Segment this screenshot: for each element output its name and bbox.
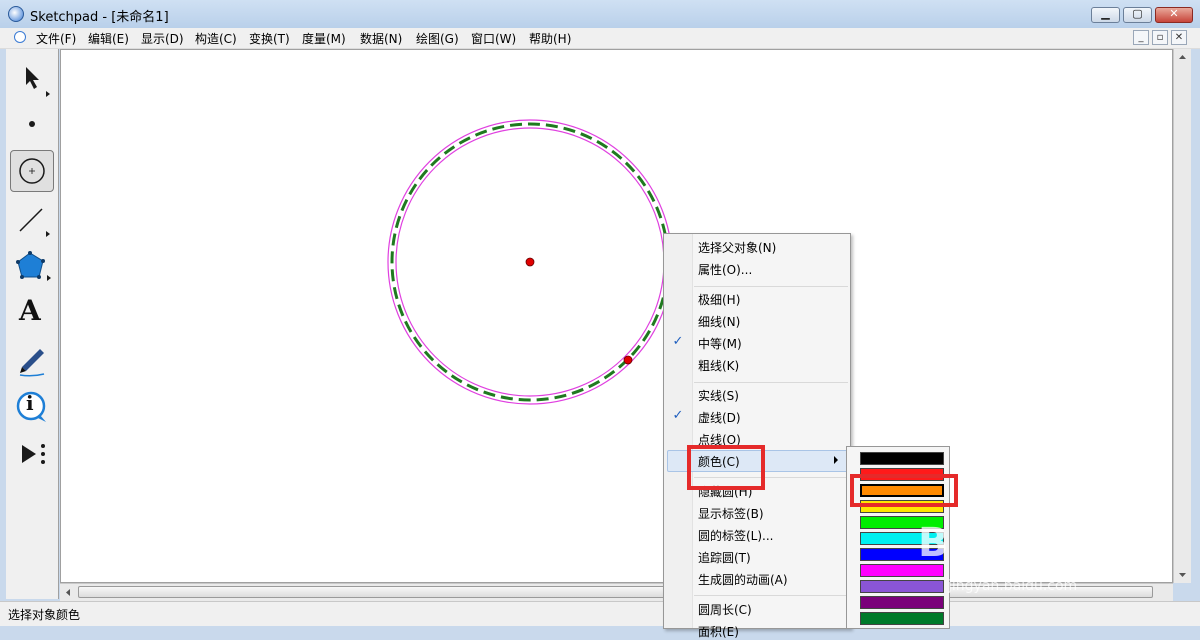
document-icon[interactable] [14,31,26,43]
compass-tool[interactable] [10,150,54,192]
context-menu: 选择父对象(N) 属性(O)... 极细(H) 细线(N) ✓ 中等(M) 粗线… [663,233,851,639]
menu-circumference[interactable]: 圆周长(C) [698,601,752,618]
info-tool[interactable]: i [10,386,54,428]
polygon-icon [16,251,51,281]
menu-separator [694,595,848,596]
doc-minimize-button[interactable]: _ [1133,30,1149,45]
minimize-icon: ▁ [1101,7,1110,20]
point-tool[interactable] [10,103,54,145]
minimize-button[interactable]: ▁ [1091,7,1120,23]
check-icon: ✓ [672,408,684,423]
color-swatch-purple[interactable] [860,596,944,609]
menu-show-label[interactable]: 显示标签(B) [698,505,764,522]
polygon-tool[interactable] [10,245,54,287]
menu-line-thinnest[interactable]: 极细(H) [698,291,740,308]
center-point[interactable] [525,257,535,267]
menu-display[interactable]: 显示(D) [141,30,184,47]
doc-close-button[interactable]: ✕ [1171,30,1187,45]
menu-edit[interactable]: 编辑(E) [88,30,129,47]
menu-style-solid[interactable]: 实线(S) [698,387,739,404]
annotation-box-color-menu [687,445,765,490]
marker-pen-icon [19,349,45,377]
close-button[interactable]: ✕ [1155,7,1193,23]
scroll-left-icon [66,589,70,596]
menu-transform[interactable]: 变换(T) [249,30,290,47]
menu-file[interactable]: 文件(F) [36,30,76,47]
menu-separator [694,286,848,287]
menu-window[interactable]: 窗口(W) [471,30,516,47]
arrow-select-icon [26,67,50,97]
scroll-arrows-vertical [1179,55,1186,577]
check-icon: ✓ [672,334,684,349]
menu-trace-circle[interactable]: 追踪圆(T) [698,549,751,566]
maximize-button[interactable]: ▢ [1123,7,1152,23]
doc-restore-button[interactable]: ▫ [1152,30,1168,45]
marker-tool[interactable] [10,339,54,381]
text-tool[interactable]: A [10,292,54,334]
annotation-box-orange-swatch [850,474,958,507]
status-text: 选择对象颜色 [8,608,81,622]
watermark-brand-cn: 经验 [1044,533,1101,566]
maximize-icon: ▢ [1132,7,1143,20]
menu-data[interactable]: 数据(N) [360,30,402,47]
line-tool[interactable] [10,199,54,241]
menu-circle-label[interactable]: 圆的标签(L)... [698,527,774,544]
submenu-arrow-icon [834,456,838,464]
status-bar: 选择对象颜色 [0,601,1200,626]
custom-tool[interactable] [10,433,54,475]
vertical-scrollbar[interactable] [1173,49,1191,583]
menu-measure[interactable]: 度量(M) [302,30,346,47]
menu-separator [694,382,848,383]
sketchpad-app-icon [8,6,24,22]
straightedge-icon [19,208,50,237]
menu-bar: 文件(F) 编辑(E) 显示(D) 构造(C) 变换(T) 度量(M) 数据(N… [0,28,1200,49]
text-a-icon: A [19,294,41,327]
menu-line-thick[interactable]: 粗线(K) [698,357,739,374]
menu-style-dashed[interactable]: 虚线(D) [698,409,741,426]
radius-point[interactable] [623,355,633,365]
watermark-url: jingyan.baidu.com [948,578,1078,594]
menu-area[interactable]: 面积(E) [698,623,739,640]
toolbox: A i [6,49,59,599]
menu-line-thin[interactable]: 细线(N) [698,313,740,330]
menu-properties[interactable]: 属性(O)... [698,261,752,278]
color-swatch-dark-green[interactable] [860,612,944,625]
menu-select-parents[interactable]: 选择父对象(N) [698,239,776,256]
color-swatch-violet[interactable] [860,580,944,593]
menu-graph[interactable]: 绘图(G) [416,30,459,47]
arrow-tool[interactable] [10,59,54,101]
custom-tool-icon [22,444,45,464]
menu-construct[interactable]: 构造(C) [195,30,237,47]
circle-compass-icon [19,158,45,184]
context-menu-gutter [664,234,693,628]
info-letter: i [26,391,34,415]
watermark-brand: Bai [918,520,990,566]
paw-logo-icon [1001,503,1040,540]
close-icon: ✕ [1169,7,1179,20]
point-icon [29,121,35,127]
menu-animate-circle[interactable]: 生成圆的动画(A) [698,571,788,588]
menu-help[interactable]: 帮助(H) [529,30,571,47]
menu-line-medium[interactable]: 中等(M) [698,335,742,352]
color-swatch-black[interactable] [860,452,944,465]
window-title: Sketchpad - [未命名1] [30,10,169,25]
title-bar: Sketchpad - [未命名1] ▁ ▢ ✕ [0,0,1200,28]
